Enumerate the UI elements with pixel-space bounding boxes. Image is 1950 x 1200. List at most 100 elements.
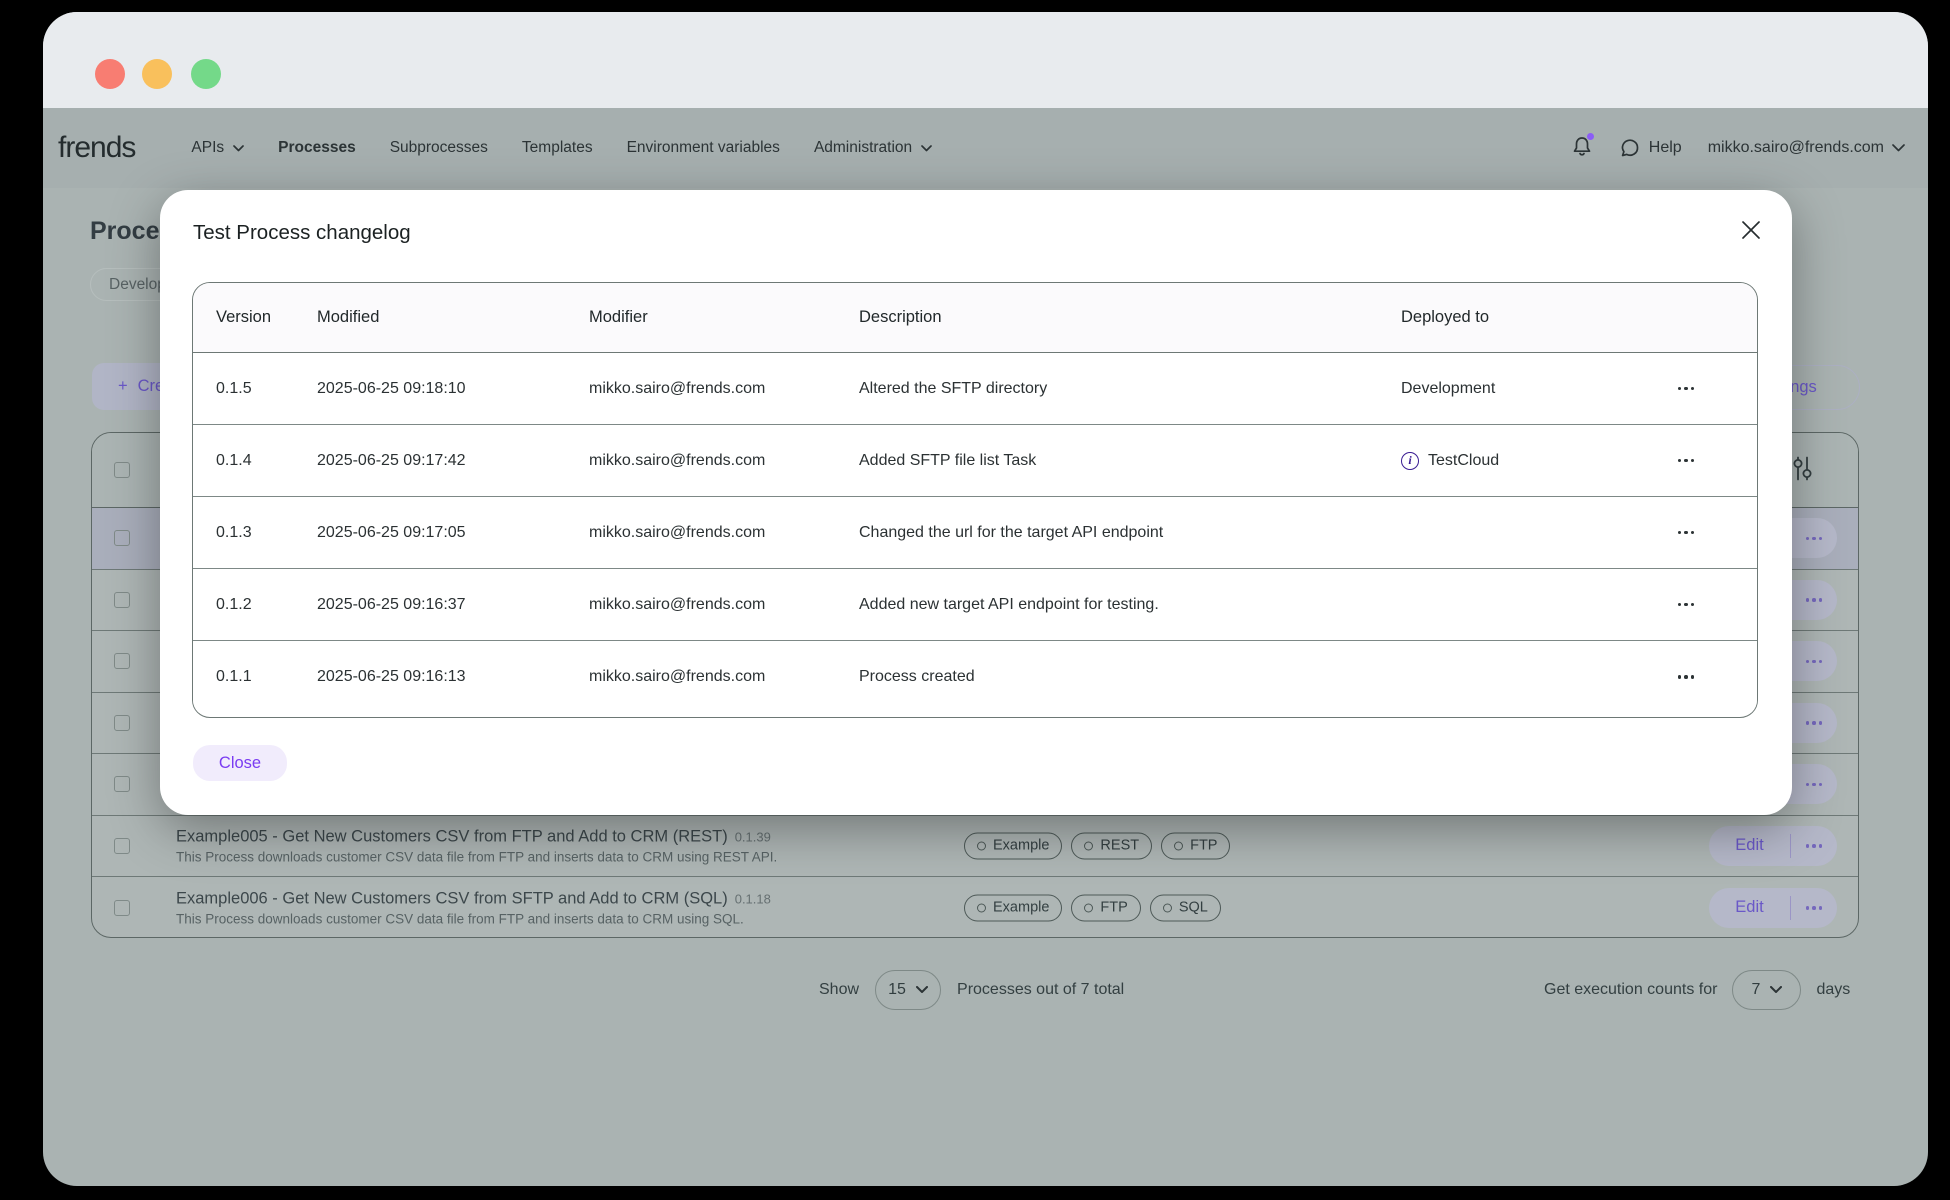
modal-close-button[interactable]: Close: [193, 745, 287, 781]
tag-circle-icon: [1084, 841, 1093, 850]
row-menu-icon[interactable]: [1791, 537, 1837, 541]
row-menu-icon[interactable]: [1791, 721, 1837, 725]
version-cell: 0.1.2: [193, 596, 294, 614]
process-row-example006: Example006 - Get New Customers CSV from …: [92, 877, 1858, 938]
nav-item-apis[interactable]: APIs: [191, 139, 244, 157]
days-label: days: [1816, 981, 1850, 999]
row-menu-icon[interactable]: [1663, 459, 1709, 463]
row-menu-icon[interactable]: [1791, 906, 1837, 910]
version-cell: 0.1.1: [193, 668, 294, 686]
user-menu[interactable]: mikko.sairo@frends.com: [1708, 139, 1905, 157]
modifier-cell: mikko.sairo@frends.com: [566, 668, 836, 686]
page-size-controls: Show 15 Processes out of 7 total: [819, 970, 1124, 1010]
modified-cell: 2025-06-25 09:16:37: [294, 596, 566, 614]
col-modifier: Modifier: [566, 308, 836, 327]
col-version: Version: [193, 308, 294, 327]
row-checkbox[interactable]: [114, 653, 130, 669]
row-actions: Edit: [1709, 888, 1837, 928]
row-menu-icon[interactable]: [1663, 675, 1709, 679]
page-size-select[interactable]: 15: [875, 970, 941, 1010]
process-tags: Example FTP SQL: [964, 894, 1221, 921]
nav-right: Help mikko.sairo@frends.com: [1571, 135, 1905, 162]
modified-cell: 2025-06-25 09:17:42: [294, 452, 566, 470]
description-cell: Process created: [836, 668, 1378, 686]
tag-pill[interactable]: REST: [1071, 832, 1152, 859]
changelog-row: 0.1.1 2025-06-25 09:16:13 mikko.sairo@fr…: [193, 641, 1757, 713]
edit-button[interactable]: Edit: [1709, 836, 1790, 855]
exec-days-select[interactable]: 7: [1732, 970, 1801, 1010]
minimize-window-icon[interactable]: [142, 59, 172, 89]
changelog-table: Version Modified Modifier Description De…: [192, 282, 1758, 718]
modified-cell: 2025-06-25 09:17:05: [294, 524, 566, 542]
row-checkbox[interactable]: [114, 530, 130, 546]
column-filter-button[interactable]: [1790, 456, 1814, 485]
top-nav: frends APIs Processes Subprocesses Templ…: [43, 108, 1928, 188]
exec-label: Get execution counts for: [1544, 981, 1717, 999]
changelog-table-header: Version Modified Modifier Description De…: [193, 283, 1757, 353]
row-checkbox[interactable]: [114, 715, 130, 731]
col-modified: Modified: [294, 308, 566, 327]
edit-button[interactable]: Edit: [1709, 898, 1790, 917]
plus-icon: +: [118, 377, 128, 396]
modified-cell: 2025-06-25 09:18:10: [294, 380, 566, 398]
close-icon[interactable]: [1738, 218, 1764, 244]
tag-circle-icon: [977, 841, 986, 850]
show-label: Show: [819, 981, 859, 999]
nav-item-subprocesses[interactable]: Subprocesses: [390, 139, 488, 157]
modified-cell: 2025-06-25 09:16:13: [294, 668, 566, 686]
changelog-modal: Test Process changelog Version Modified …: [160, 190, 1792, 815]
row-menu-icon[interactable]: [1791, 660, 1837, 664]
notifications-bell-icon[interactable]: [1571, 135, 1593, 162]
nav-item-administration[interactable]: Administration: [814, 139, 932, 157]
row-checkbox[interactable]: [114, 838, 130, 854]
process-title[interactable]: Example005 - Get New Customers CSV from …: [176, 827, 728, 845]
nav-item-environment-variables[interactable]: Environment variables: [627, 139, 780, 157]
total-label: Processes out of 7 total: [957, 981, 1124, 999]
tag-circle-icon: [977, 903, 986, 912]
version-cell: 0.1.4: [193, 452, 294, 470]
process-title[interactable]: Example006 - Get New Customers CSV from …: [176, 889, 728, 907]
tag-circle-icon: [1084, 903, 1093, 912]
chevron-down-icon: [916, 986, 928, 994]
nav-item-processes[interactable]: Processes: [278, 139, 356, 157]
close-window-icon[interactable]: [95, 59, 125, 89]
row-menu-icon[interactable]: [1663, 531, 1709, 535]
process-version: 0.1.39: [735, 829, 771, 844]
tag-pill[interactable]: FTP: [1161, 832, 1230, 859]
changelog-row: 0.1.5 2025-06-25 09:18:10 mikko.sairo@fr…: [193, 353, 1757, 425]
process-description: This Process downloads customer CSV data…: [176, 911, 771, 926]
deployed-cell: i TestCloud: [1378, 452, 1628, 470]
description-cell: Altered the SFTP directory: [836, 380, 1378, 398]
row-checkbox[interactable]: [114, 900, 130, 916]
description-cell: Added new target API endpoint for testin…: [836, 596, 1378, 614]
nav-items: APIs Processes Subprocesses Templates En…: [191, 139, 932, 157]
help-button[interactable]: Help: [1619, 138, 1682, 159]
row-checkbox[interactable]: [114, 592, 130, 608]
row-menu-icon[interactable]: [1791, 598, 1837, 602]
chevron-down-icon: [1770, 986, 1782, 994]
app-window: frends APIs Processes Subprocesses Templ…: [43, 12, 1928, 1186]
modifier-cell: mikko.sairo@frends.com: [566, 596, 836, 614]
row-menu-icon[interactable]: [1791, 844, 1837, 848]
tag-pill[interactable]: FTP: [1071, 894, 1140, 921]
tag-pill[interactable]: Example: [964, 832, 1062, 859]
info-icon[interactable]: i: [1401, 452, 1419, 470]
chevron-down-icon: [1892, 144, 1905, 152]
tag-circle-icon: [1174, 841, 1183, 850]
chevron-down-icon: [921, 145, 932, 152]
select-all-checkbox[interactable]: [114, 462, 130, 478]
frends-logo[interactable]: frends: [58, 131, 135, 165]
window-chrome: [43, 12, 1928, 108]
nav-item-templates[interactable]: Templates: [522, 139, 593, 157]
tag-pill[interactable]: SQL: [1150, 894, 1221, 921]
modal-title: Test Process changelog: [193, 221, 411, 245]
description-cell: Added SFTP file list Task: [836, 452, 1378, 470]
maximize-window-icon[interactable]: [191, 59, 221, 89]
tag-pill[interactable]: Example: [964, 894, 1062, 921]
row-menu-icon[interactable]: [1791, 783, 1837, 787]
row-menu-icon[interactable]: [1663, 603, 1709, 607]
row-checkbox[interactable]: [114, 776, 130, 792]
row-menu-icon[interactable]: [1663, 387, 1709, 391]
col-description: Description: [836, 308, 1378, 327]
chevron-down-icon: [233, 145, 244, 152]
